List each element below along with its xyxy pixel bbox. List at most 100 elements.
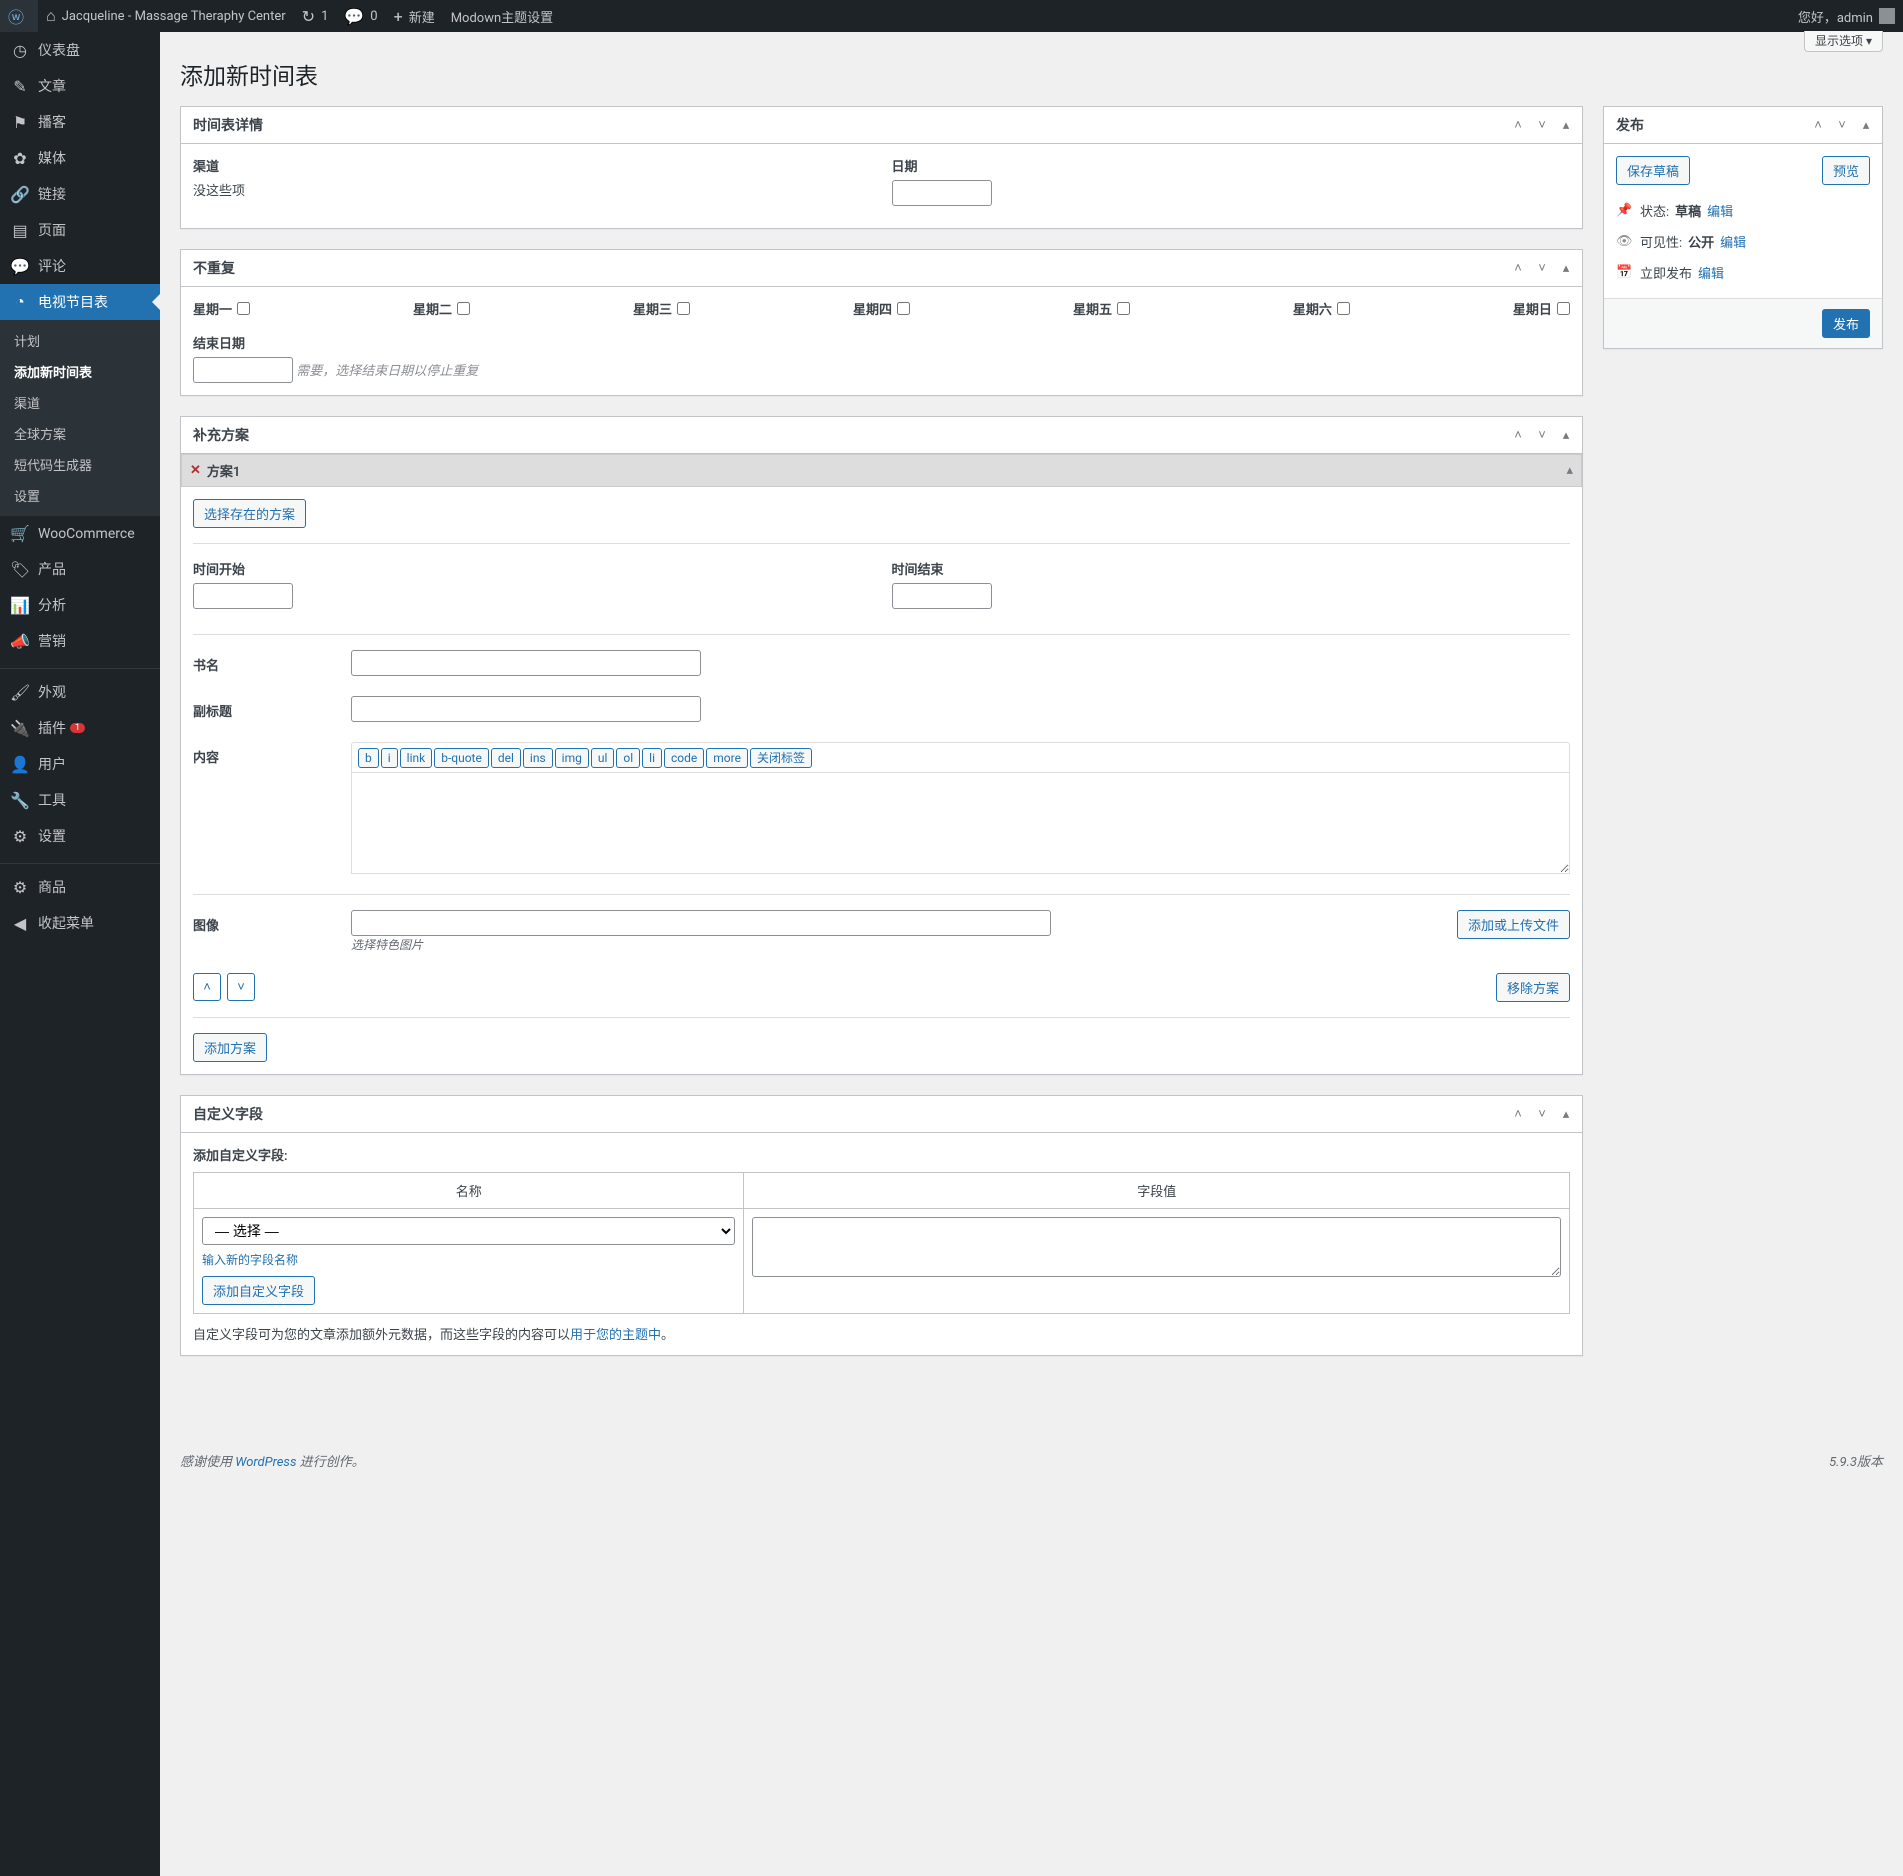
sidebar-item[interactable]: ◀收起菜单	[0, 905, 160, 941]
sidebar-item[interactable]: 🏷产品	[0, 551, 160, 587]
wp-logo[interactable]: ⓦ	[0, 0, 38, 32]
channel-label: 渠道	[193, 156, 872, 175]
chevron-down-icon[interactable]: ˅	[1830, 113, 1854, 137]
sidebar-item[interactable]: 🔧工具	[0, 782, 160, 818]
name-input[interactable]	[351, 650, 701, 676]
remove-scheme-button[interactable]: 移除方案	[1496, 973, 1570, 1002]
chevron-up-icon[interactable]: ˄	[1506, 423, 1530, 447]
sidebar-item[interactable]: ⚑播客	[0, 104, 160, 140]
screen-options-toggle[interactable]: 显示选项 ▾	[1804, 31, 1883, 52]
sidebar-subitem[interactable]: 设置	[0, 480, 160, 511]
chevron-up-icon[interactable]: ˄	[1506, 256, 1530, 280]
subtitle-input[interactable]	[351, 696, 701, 722]
sidebar-item[interactable]: 👤用户	[0, 746, 160, 782]
day-checkbox[interactable]	[237, 302, 250, 315]
edit-visibility-link[interactable]: 编辑	[1720, 232, 1746, 251]
day-checkbox[interactable]	[1337, 302, 1350, 315]
image-input[interactable]	[351, 910, 1051, 936]
sidebar-subitem[interactable]: 短代码生成器	[0, 449, 160, 480]
chevron-down-icon[interactable]: ˅	[1530, 1102, 1554, 1126]
move-icon[interactable]: ▴	[1554, 256, 1578, 280]
sidebar-item[interactable]: ⚙设置	[0, 818, 160, 854]
close-scheme-icon[interactable]: ✕	[190, 463, 201, 478]
updates-link[interactable]: ↻1	[294, 0, 337, 32]
day-checkbox[interactable]	[677, 302, 690, 315]
move-icon[interactable]: ▴	[1854, 113, 1878, 137]
date-input[interactable]	[892, 180, 992, 206]
sidebar-item[interactable]: ✎文章	[0, 68, 160, 104]
scheme-next-button[interactable]: ˅	[227, 973, 255, 1001]
comments-link[interactable]: 💬0	[336, 0, 385, 32]
modown-settings[interactable]: Modown主题设置	[443, 0, 561, 32]
chevron-up-icon[interactable]: ˄	[1506, 113, 1530, 137]
move-icon[interactable]: ▴	[1554, 423, 1578, 447]
sidebar-subitem[interactable]: 渠道	[0, 387, 160, 418]
move-icon[interactable]: ▴	[1554, 113, 1578, 137]
chevron-down-icon[interactable]: ˅	[1530, 423, 1554, 447]
add-cf-button[interactable]: 添加自定义字段	[202, 1276, 315, 1305]
quicktag-button[interactable]: del	[491, 748, 521, 768]
cf-theme-link[interactable]: 用于您的主题中	[570, 1328, 661, 1343]
sidebar-subitem[interactable]: 添加新时间表	[0, 356, 160, 387]
time-start-input[interactable]	[193, 583, 293, 609]
quicktag-button[interactable]: ol	[616, 748, 640, 768]
quicktag-button[interactable]: i	[381, 748, 398, 768]
sidebar-item[interactable]: ✿媒体	[0, 140, 160, 176]
quicktag-button[interactable]: b	[358, 748, 379, 768]
quicktag-button[interactable]: img	[555, 748, 589, 768]
sidebar-item[interactable]: ⚙商品	[0, 869, 160, 905]
sidebar-item[interactable]: ◷仪表盘	[0, 32, 160, 68]
updates-count: 1	[321, 9, 328, 24]
wordpress-link[interactable]: WordPress	[235, 1455, 296, 1470]
end-date-input[interactable]	[193, 357, 293, 383]
sidebar-subitem[interactable]: 全球方案	[0, 418, 160, 449]
day-checkbox[interactable]	[1557, 302, 1570, 315]
site-link[interactable]: ⌂Jacqueline - Massage Theraphy Center	[38, 0, 294, 32]
add-scheme-button[interactable]: 添加方案	[193, 1033, 267, 1062]
scheme-prev-button[interactable]: ˄	[193, 973, 221, 1001]
day-label: 星期日	[1513, 299, 1552, 318]
save-draft-button[interactable]: 保存草稿	[1616, 156, 1690, 185]
sidebar-item[interactable]: 🔗链接	[0, 176, 160, 212]
sidebar-item[interactable]: 🖌外观	[0, 674, 160, 710]
content-textarea[interactable]	[352, 773, 1569, 873]
day-checkbox[interactable]	[897, 302, 910, 315]
chevron-up-icon[interactable]: ˄	[1806, 113, 1830, 137]
upload-button[interactable]: 添加或上传文件	[1457, 910, 1570, 939]
sidebar-item[interactable]: ◔电视节目表	[0, 284, 160, 320]
enter-new-field-link[interactable]: 输入新的字段名称	[202, 1253, 298, 1267]
select-existing-button[interactable]: 选择存在的方案	[193, 499, 306, 528]
sidebar-item[interactable]: ▤页面	[0, 212, 160, 248]
quicktag-button[interactable]: 关闭标签	[750, 748, 812, 768]
edit-time-link[interactable]: 编辑	[1698, 263, 1724, 282]
repeat-box: 不重复 ˄ ˅ ▴ 星期一星期二星期三星期四星期五星期六星期日 结束日期 需要，…	[180, 249, 1583, 396]
preview-button[interactable]: 预览	[1822, 156, 1870, 185]
sidebar-item[interactable]: 💬评论	[0, 248, 160, 284]
edit-status-link[interactable]: 编辑	[1707, 201, 1733, 220]
sidebar-item[interactable]: 📊分析	[0, 587, 160, 623]
move-icon[interactable]: ▴	[1554, 1102, 1578, 1126]
chevron-down-icon[interactable]: ˅	[1530, 256, 1554, 280]
chevron-up-icon[interactable]: ˄	[1506, 1102, 1530, 1126]
cf-name-select[interactable]: — 选择 —	[202, 1217, 735, 1245]
quicktag-button[interactable]: more	[706, 748, 748, 768]
day-checkbox[interactable]	[1117, 302, 1130, 315]
user-menu[interactable]: 您好，admin	[1790, 0, 1903, 32]
sidebar-item[interactable]: 🛒WooCommerce	[0, 516, 160, 551]
quicktag-button[interactable]: ins	[523, 748, 553, 768]
quicktag-button[interactable]: b-quote	[434, 748, 489, 768]
quicktag-button[interactable]: code	[664, 748, 704, 768]
sidebar-subitem[interactable]: 计划	[0, 325, 160, 356]
quicktag-button[interactable]: li	[642, 748, 662, 768]
scheme-collapse-icon[interactable]: ▴	[1566, 463, 1573, 478]
cf-value-textarea[interactable]	[752, 1217, 1561, 1277]
quicktag-button[interactable]: ul	[591, 748, 615, 768]
chevron-down-icon[interactable]: ˅	[1530, 113, 1554, 137]
sidebar-item[interactable]: 🔌插件1	[0, 710, 160, 746]
time-end-input[interactable]	[892, 583, 992, 609]
new-content[interactable]: +新建	[386, 0, 443, 32]
sidebar-item[interactable]: 📣营销	[0, 623, 160, 659]
quicktag-button[interactable]: link	[400, 748, 433, 768]
day-checkbox[interactable]	[457, 302, 470, 315]
publish-button[interactable]: 发布	[1822, 309, 1870, 338]
